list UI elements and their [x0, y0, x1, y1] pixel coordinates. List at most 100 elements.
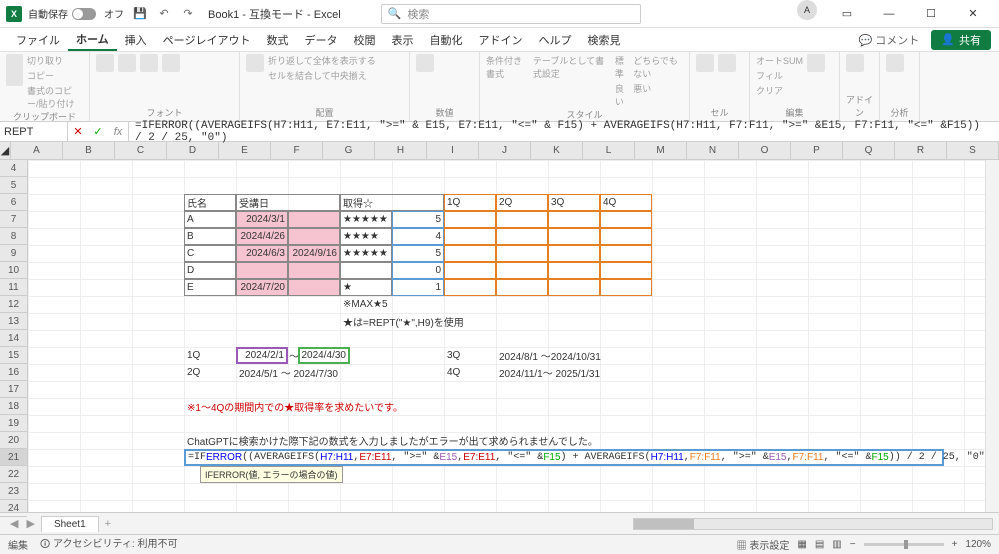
col-header-K[interactable]: K — [531, 142, 583, 159]
col-header-I[interactable]: I — [427, 142, 479, 159]
col-header-O[interactable]: O — [739, 142, 791, 159]
col-header-A[interactable]: A — [11, 142, 63, 159]
minimize-icon[interactable]: — — [869, 0, 909, 28]
name-box[interactable]: REPT — [0, 122, 68, 141]
autosave-toggle[interactable] — [72, 8, 96, 20]
sheet-nav-prev-icon[interactable]: ◀ — [6, 517, 22, 530]
cell-D9[interactable]: C — [184, 245, 236, 262]
cell-D6[interactable]: 氏名 — [184, 194, 236, 211]
row-header-23[interactable]: 23 — [0, 483, 27, 500]
tab-addin[interactable]: アドイン — [470, 28, 530, 51]
redo-icon[interactable]: ↷ — [180, 6, 196, 22]
cell-G13[interactable]: ★は=REPT("★",H9)を使用 — [340, 313, 540, 330]
row-header-13[interactable]: 13 — [0, 313, 27, 330]
cell-I6[interactable]: 1Q — [444, 194, 496, 211]
sheet-tab-1[interactable]: Sheet1 — [41, 516, 99, 532]
row-header-10[interactable]: 10 — [0, 262, 27, 279]
cell-H8[interactable]: 4 — [392, 228, 444, 245]
undo-icon[interactable]: ↶ — [156, 6, 172, 22]
row-header-24[interactable]: 24 — [0, 500, 27, 517]
cell-K6[interactable]: 3Q — [548, 194, 600, 211]
zoom-slider[interactable] — [864, 543, 944, 546]
cell-J15[interactable]: 2024/8/1 ～2024/10/31 — [496, 347, 656, 364]
tab-file[interactable]: ファイル — [8, 28, 68, 51]
col-header-E[interactable]: E — [219, 142, 271, 159]
row-header-20[interactable]: 20 — [0, 432, 27, 449]
cell-G12[interactable]: ※MAX★5 — [340, 296, 540, 313]
comments-button[interactable]: 💬 コメント — [853, 30, 926, 50]
cell-G11[interactable]: ★ — [340, 279, 392, 296]
row-header-7[interactable]: 7 — [0, 211, 27, 228]
cell-E6[interactable]: 受講日 — [236, 194, 340, 211]
col-header-L[interactable]: L — [583, 142, 635, 159]
row-header-12[interactable]: 12 — [0, 296, 27, 313]
row-header-9[interactable]: 9 — [0, 245, 27, 262]
cell-G6[interactable]: 取得☆ — [340, 194, 444, 211]
cell-D7[interactable]: A — [184, 211, 236, 228]
cell-E11[interactable]: 2024/7/20 — [236, 279, 288, 296]
view-normal-icon[interactable]: ▦ — [797, 539, 806, 550]
cell-D20[interactable]: ChatGPTに検索かけた際下記の数式を入力しましたがエラーが出て求められません… — [184, 432, 784, 449]
sheet-nav-next-icon[interactable]: ▶ — [22, 517, 38, 530]
col-header-M[interactable]: M — [635, 142, 687, 159]
col-header-P[interactable]: P — [791, 142, 843, 159]
fx-icon[interactable]: fx — [108, 122, 128, 142]
cell-F9[interactable]: 2024/9/16 — [288, 245, 340, 262]
tab-auto[interactable]: 自動化 — [421, 28, 470, 51]
confirm-icon[interactable]: ✓ — [88, 122, 108, 142]
row-header-21[interactable]: 21 — [0, 449, 27, 466]
col-header-D[interactable]: D — [167, 142, 219, 159]
row-header-11[interactable]: 11 — [0, 279, 27, 296]
row-header-6[interactable]: 6 — [0, 194, 27, 211]
col-header-N[interactable]: N — [687, 142, 739, 159]
cell-D11[interactable]: E — [184, 279, 236, 296]
col-header-G[interactable]: G — [323, 142, 375, 159]
row-header-17[interactable]: 17 — [0, 381, 27, 398]
cell-D8[interactable]: B — [184, 228, 236, 245]
col-header-H[interactable]: H — [375, 142, 427, 159]
tab-layout[interactable]: ページレイアウト — [155, 28, 259, 51]
cell-D16[interactable]: 2Q — [184, 364, 236, 381]
col-header-R[interactable]: R — [895, 142, 947, 159]
tab-review[interactable]: 校閲 — [345, 28, 383, 51]
cell-E9[interactable]: 2024/6/3 — [236, 245, 288, 262]
col-header-S[interactable]: S — [947, 142, 999, 159]
zoom-out-icon[interactable]: − — [850, 539, 856, 550]
cell-I16[interactable]: 4Q — [444, 364, 496, 381]
row-header-8[interactable]: 8 — [0, 228, 27, 245]
row-header-4[interactable]: 4 — [0, 160, 27, 177]
vertical-scrollbar[interactable] — [985, 160, 999, 512]
cell-G8[interactable]: ★★★★ — [340, 228, 392, 245]
cell-E7[interactable]: 2024/3/1 — [236, 211, 288, 228]
formula-input[interactable]: =IFERROR((AVERAGEIFS(H7:H11, E7:E11, ">=… — [129, 120, 999, 144]
view-layout-icon[interactable]: ▤ — [815, 539, 824, 550]
cell-J16[interactable]: 2024/11/1～ 2025/1/31 — [496, 364, 656, 381]
cells-area[interactable]: 氏名 受講日 取得☆ 1Q 2Q 3Q 4Q A 2024/3/1 ★★★★★ … — [28, 160, 999, 512]
row-header-22[interactable]: 22 — [0, 466, 27, 483]
cell-F7[interactable] — [288, 211, 340, 228]
select-all-corner[interactable]: ◢ — [0, 142, 11, 159]
maximize-icon[interactable]: ☐ — [911, 0, 951, 28]
cell-D18[interactable]: ※1～4Qの期間内での★取得率を求めたいです。 — [184, 398, 584, 415]
cell-H10[interactable]: 0 — [392, 262, 444, 279]
tab-insert[interactable]: 挿入 — [117, 28, 155, 51]
cell-G7[interactable]: ★★★★★ — [340, 211, 392, 228]
cell-J6[interactable]: 2Q — [496, 194, 548, 211]
view-break-icon[interactable]: ▥ — [832, 539, 841, 550]
horizontal-scrollbar[interactable] — [633, 518, 993, 530]
save-icon[interactable]: 💾 — [132, 6, 148, 22]
col-header-B[interactable]: B — [63, 142, 115, 159]
col-header-C[interactable]: C — [115, 142, 167, 159]
cell-E15[interactable]: 2024/2/1 — [236, 347, 288, 364]
cell-F15[interactable]: 2024/4/30 — [298, 347, 350, 364]
cell-G9[interactable]: ★★★★★ — [340, 245, 392, 262]
user-avatar[interactable]: A — [797, 0, 817, 20]
col-header-J[interactable]: J — [479, 142, 531, 159]
zoom-in-icon[interactable]: + — [952, 539, 958, 550]
cell-D15[interactable]: 1Q — [184, 347, 236, 364]
row-header-19[interactable]: 19 — [0, 415, 27, 432]
cell-L6[interactable]: 4Q — [600, 194, 652, 211]
col-header-F[interactable]: F — [271, 142, 323, 159]
cell-H9[interactable]: 5 — [392, 245, 444, 262]
tab-teams[interactable]: 検索見 — [579, 28, 628, 51]
